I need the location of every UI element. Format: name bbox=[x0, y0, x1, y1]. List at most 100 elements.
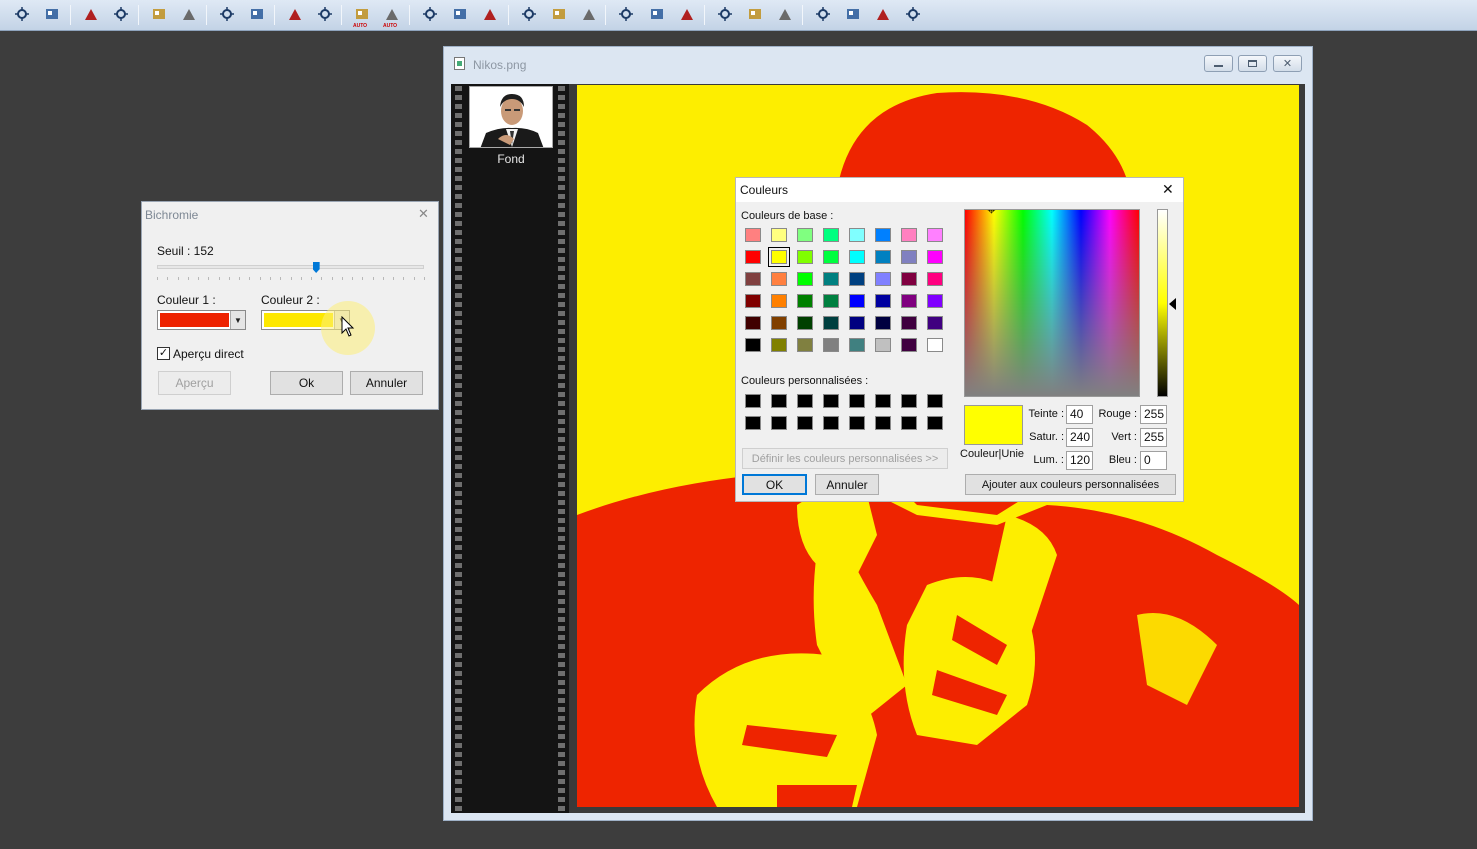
custom-color-swatch[interactable] bbox=[823, 416, 839, 430]
toolbar-button-color-balance-plus[interactable] bbox=[246, 4, 268, 26]
preview-button[interactable]: Aperçu bbox=[158, 371, 231, 395]
basic-color-swatch[interactable] bbox=[797, 316, 813, 330]
toolbar-button-drop[interactable] bbox=[548, 4, 570, 26]
basic-color-swatch[interactable] bbox=[745, 228, 761, 242]
basic-color-swatch[interactable] bbox=[823, 316, 839, 330]
basic-color-swatch[interactable] bbox=[875, 316, 891, 330]
basic-color-swatch[interactable] bbox=[823, 228, 839, 242]
basic-color-swatch[interactable] bbox=[823, 250, 839, 264]
threshold-slider[interactable] bbox=[157, 262, 425, 284]
toolbar-button-drop-outline[interactable] bbox=[578, 4, 600, 26]
basic-color-swatch[interactable] bbox=[771, 316, 787, 330]
basic-color-swatch[interactable] bbox=[849, 250, 865, 264]
custom-color-swatch[interactable] bbox=[771, 394, 787, 408]
basic-color-swatch[interactable] bbox=[771, 228, 787, 242]
toolbar-button-gamma-minus[interactable] bbox=[148, 4, 170, 26]
basic-color-swatch[interactable] bbox=[745, 338, 761, 352]
saturation-field[interactable]: 240 bbox=[1066, 428, 1093, 447]
custom-color-swatch[interactable] bbox=[849, 416, 865, 430]
toolbar-button-rgb-palette[interactable] bbox=[714, 4, 736, 26]
green-field[interactable]: 255 bbox=[1140, 428, 1167, 447]
basic-color-swatch[interactable] bbox=[745, 316, 761, 330]
custom-color-swatch[interactable] bbox=[875, 394, 891, 408]
basic-color-swatch[interactable] bbox=[875, 250, 891, 264]
basic-color-swatch[interactable] bbox=[901, 294, 917, 308]
toolbar-button-grid-filter[interactable] bbox=[419, 4, 441, 26]
color-dialog-close-icon[interactable]: ✕ bbox=[1162, 181, 1174, 198]
image-window-titlebar[interactable]: Nikos.png ✕ bbox=[444, 47, 1312, 77]
red-field[interactable]: 255 bbox=[1140, 405, 1167, 424]
toolbar-button-page[interactable] bbox=[812, 4, 834, 26]
toolbar-button-film[interactable] bbox=[842, 4, 864, 26]
basic-color-swatch[interactable] bbox=[823, 272, 839, 286]
custom-color-swatch[interactable] bbox=[797, 416, 813, 430]
custom-color-swatch[interactable] bbox=[927, 416, 943, 430]
toolbar-button-mask[interactable] bbox=[774, 4, 796, 26]
basic-color-swatch[interactable] bbox=[875, 272, 891, 286]
color1-dropdown-button[interactable]: ▼ bbox=[230, 311, 245, 329]
color1-combo[interactable]: ▼ bbox=[157, 310, 246, 330]
hue-field[interactable]: 40 bbox=[1066, 405, 1093, 424]
basic-color-swatch[interactable] bbox=[849, 228, 865, 242]
restore-button[interactable] bbox=[1238, 55, 1267, 72]
basic-color-swatch[interactable] bbox=[849, 272, 865, 286]
toolbar-button-brightness-more[interactable] bbox=[41, 4, 63, 26]
basic-color-swatch[interactable] bbox=[797, 338, 813, 352]
custom-color-swatch[interactable] bbox=[901, 394, 917, 408]
toolbar-button-contrast-plus[interactable] bbox=[110, 4, 132, 26]
toolbar-button-cone[interactable] bbox=[646, 4, 668, 26]
toolbar-button-grid-filter-3[interactable] bbox=[479, 4, 501, 26]
basic-color-swatch[interactable] bbox=[797, 250, 813, 264]
custom-color-swatch[interactable] bbox=[875, 416, 891, 430]
custom-color-swatch[interactable] bbox=[927, 394, 943, 408]
toolbar-button-levels[interactable] bbox=[284, 4, 306, 26]
live-preview-checkbox[interactable]: ✓ bbox=[157, 347, 170, 360]
custom-color-swatch[interactable] bbox=[901, 416, 917, 430]
toolbar-button-contrast-minus[interactable] bbox=[80, 4, 102, 26]
toolbar-button-curves[interactable] bbox=[314, 4, 336, 26]
blue-field[interactable]: 0 bbox=[1140, 451, 1167, 470]
luminance-field[interactable]: 120 bbox=[1066, 451, 1093, 470]
basic-color-swatch[interactable] bbox=[901, 272, 917, 286]
toolbar-button-cone-outline[interactable] bbox=[676, 4, 698, 26]
basic-color-swatch[interactable] bbox=[745, 272, 761, 286]
toolbar-button-import[interactable] bbox=[902, 4, 924, 26]
custom-color-swatch[interactable] bbox=[823, 394, 839, 408]
basic-color-swatch[interactable] bbox=[927, 294, 943, 308]
basic-color-swatch[interactable] bbox=[745, 250, 761, 264]
basic-color-swatch[interactable] bbox=[797, 272, 813, 286]
toolbar-button-screen-palette[interactable] bbox=[744, 4, 766, 26]
custom-color-swatch[interactable] bbox=[771, 416, 787, 430]
basic-color-swatch[interactable] bbox=[875, 294, 891, 308]
basic-color-swatch[interactable] bbox=[901, 228, 917, 242]
luminance-arrow-icon[interactable] bbox=[1169, 298, 1176, 310]
basic-color-swatch[interactable] bbox=[771, 272, 787, 286]
add-custom-colors-button[interactable]: Ajouter aux couleurs personnalisées bbox=[965, 474, 1176, 495]
basic-color-swatch[interactable] bbox=[745, 294, 761, 308]
toolbar-button-mountain[interactable] bbox=[615, 4, 637, 26]
toolbar-button-grid-filter-2[interactable] bbox=[449, 4, 471, 26]
toolbar-button-color-balance[interactable] bbox=[216, 4, 238, 26]
color-cancel-button[interactable]: Annuler bbox=[815, 474, 879, 495]
color-ok-button[interactable]: OK bbox=[742, 474, 807, 495]
basic-color-swatch[interactable] bbox=[927, 272, 943, 286]
cancel-button[interactable]: Annuler bbox=[350, 371, 423, 395]
custom-color-swatch[interactable] bbox=[745, 394, 761, 408]
basic-color-swatch[interactable] bbox=[849, 316, 865, 330]
basic-color-swatch[interactable] bbox=[771, 338, 787, 352]
luminance-bar[interactable] bbox=[1157, 209, 1168, 397]
toolbar-button-auto-contrast[interactable]: AUTO bbox=[381, 4, 403, 29]
basic-color-swatch[interactable] bbox=[823, 294, 839, 308]
basic-color-swatch[interactable] bbox=[927, 250, 943, 264]
minimize-button[interactable] bbox=[1204, 55, 1233, 72]
bichromie-close-icon[interactable]: ✕ bbox=[418, 206, 429, 222]
basic-color-swatch[interactable] bbox=[901, 316, 917, 330]
ok-button[interactable]: Ok bbox=[270, 371, 343, 395]
toolbar-button-channel[interactable] bbox=[518, 4, 540, 26]
color-dialog-titlebar[interactable]: Couleurs ✕ bbox=[736, 178, 1183, 202]
basic-color-swatch[interactable] bbox=[771, 294, 787, 308]
slider-thumb[interactable] bbox=[312, 262, 320, 273]
basic-color-swatch[interactable] bbox=[797, 294, 813, 308]
toolbar-button-auto-gamma[interactable]: AUTO bbox=[351, 4, 373, 29]
layer-thumbnail[interactable] bbox=[469, 86, 553, 148]
